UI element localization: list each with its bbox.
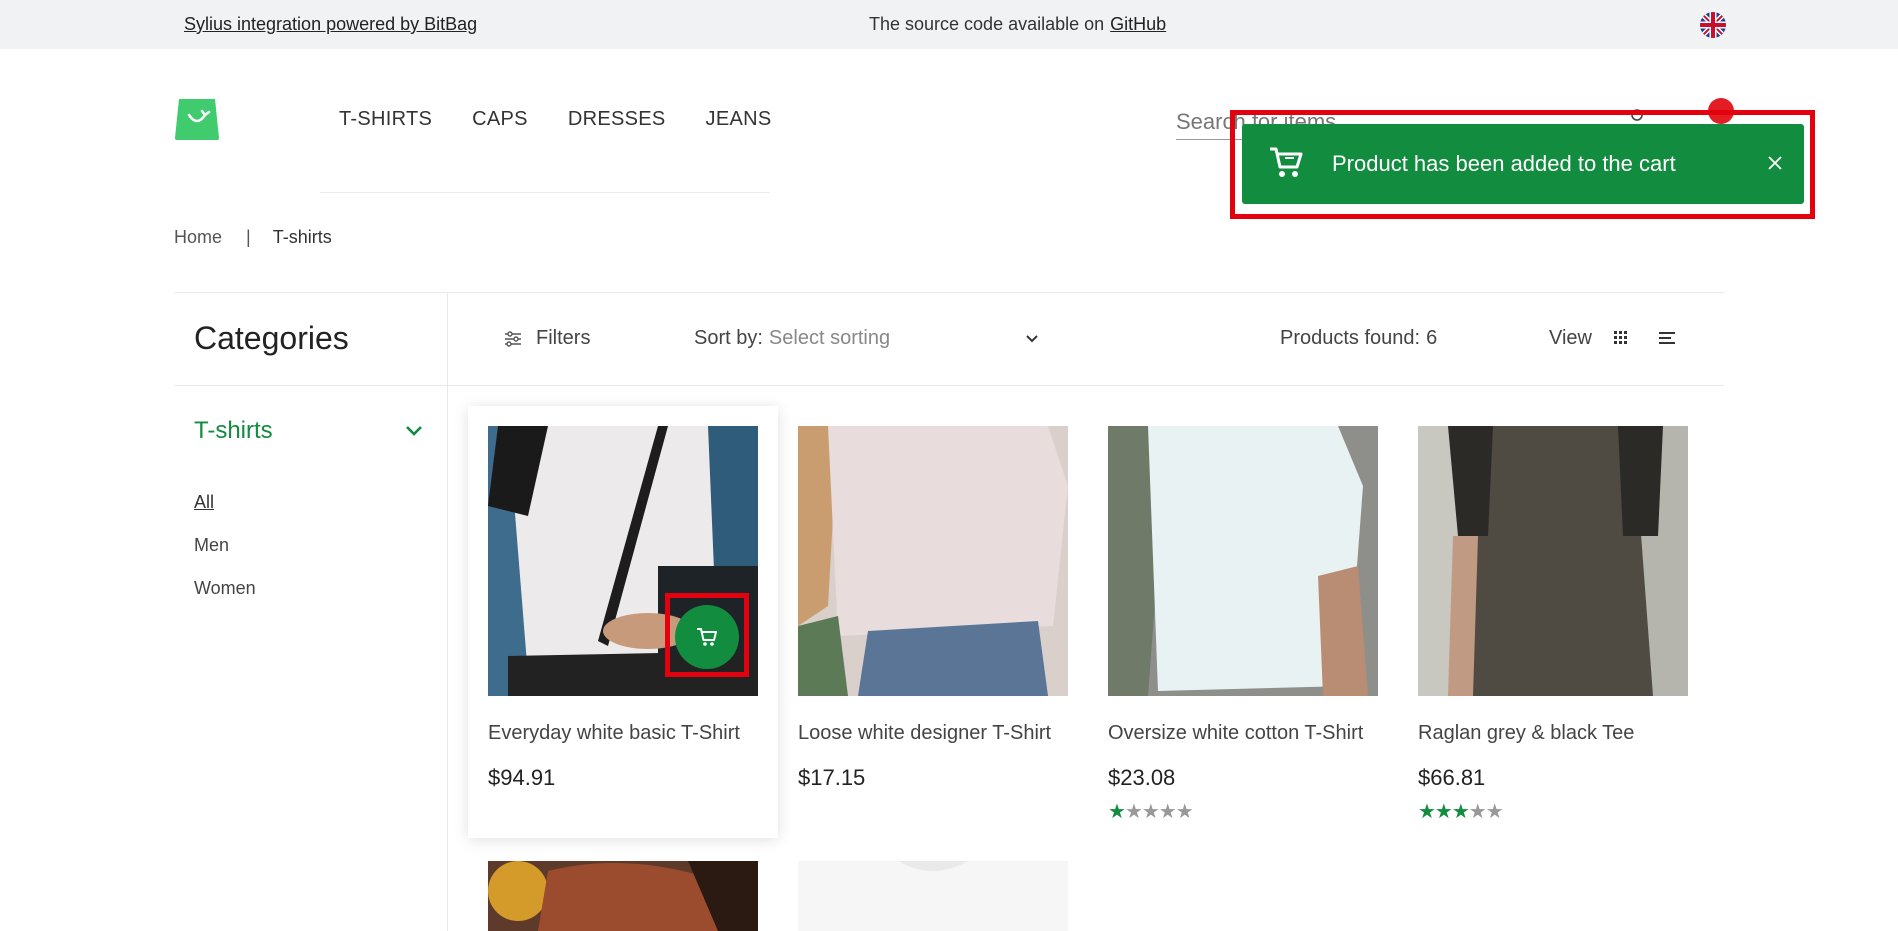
product-price: $94.91 [488, 765, 556, 790]
nav-item-caps[interactable]: CAPS [472, 108, 528, 131]
github-link[interactable]: GitHub [1110, 14, 1166, 34]
sort-label: Sort by: [694, 327, 763, 349]
product-card[interactable]: Oversize white cotton T-Shirt $23.08 ★★★… [1108, 426, 1378, 824]
sort-value: Select sorting [768, 327, 891, 349]
add-to-cart-highlight-box [665, 593, 749, 677]
uk-flag-icon[interactable] [1700, 12, 1726, 38]
breadcrumb-separator: | [246, 227, 251, 247]
product-name[interactable]: Everyday white basic T-Shirt [488, 722, 758, 745]
sidebar-vertical-divider [447, 292, 448, 931]
nav-item-tshirts[interactable]: T-SHIRTS [339, 108, 432, 131]
product-image[interactable] [798, 426, 1068, 696]
filters-label: Filters [536, 327, 591, 349]
product-name[interactable]: Raglan grey & black Tee [1418, 722, 1688, 745]
product-image[interactable] [1418, 426, 1688, 696]
product-rating: ★★★★★ [1418, 801, 1504, 823]
breadcrumb-current: T-shirts [272, 227, 332, 247]
view-label: View [1549, 327, 1592, 349]
breadcrumb-home[interactable]: Home [174, 227, 222, 247]
product-price: $23.08 [1108, 765, 1176, 790]
main-navigation: T-SHIRTS CAPS DRESSES JEANS [339, 108, 771, 131]
product-image[interactable] [488, 861, 758, 931]
chevron-down-icon[interactable] [404, 424, 424, 443]
shop-logo[interactable] [174, 97, 220, 140]
filters-icon [505, 330, 521, 347]
products-found-count: 6 [1426, 327, 1438, 349]
nav-divider [320, 192, 770, 193]
breadcrumb: Home | T-shirts [174, 227, 332, 248]
products-found: Products found: 6 [1280, 327, 1437, 350]
grid-view-icon[interactable] [1614, 331, 1628, 350]
product-rating: ★★★★★ [1108, 801, 1194, 823]
sort-select[interactable]: Sort by: Select sorting [694, 327, 890, 350]
source-code-notice: The source code available on GitHub [869, 14, 1166, 35]
toolbar-top-divider [174, 292, 1724, 293]
filters-button[interactable]: Filters [504, 327, 590, 350]
top-info-bar: Sylius integration powered by BitBag The… [0, 0, 1898, 49]
list-view-icon[interactable] [1659, 331, 1675, 350]
category-current[interactable]: T-shirts [194, 417, 273, 445]
category-link-men[interactable]: Men [194, 535, 256, 556]
categories-heading: Categories [194, 320, 349, 356]
product-name[interactable]: Oversize white cotton T-Shirt [1108, 722, 1378, 745]
toolbar-bottom-divider [448, 385, 1724, 386]
product-card[interactable]: Raglan grey & black Tee $66.81 ★★★★★ [1418, 426, 1688, 824]
bitbag-link[interactable]: Sylius integration powered by BitBag [184, 14, 477, 35]
category-link-all[interactable]: All [194, 492, 256, 513]
toast-highlight-box [1230, 110, 1815, 219]
product-image[interactable] [798, 861, 1068, 931]
product-card[interactable]: Loose white designer T-Shirt $17.15 [798, 426, 1068, 791]
sidebar-divider [174, 385, 448, 386]
nav-item-dresses[interactable]: DRESSES [568, 108, 666, 131]
sort-chevron-icon[interactable] [1024, 332, 1040, 350]
products-found-label: Products found: [1280, 327, 1421, 349]
category-link-women[interactable]: Women [194, 578, 256, 599]
category-links: All Men Women [194, 492, 256, 621]
product-image[interactable] [1108, 426, 1378, 696]
nav-item-jeans[interactable]: JEANS [706, 108, 772, 131]
product-price: $66.81 [1418, 765, 1486, 790]
product-name[interactable]: Loose white designer T-Shirt [798, 722, 1068, 745]
product-price: $17.15 [798, 765, 866, 790]
source-code-text: The source code available on [869, 14, 1105, 34]
